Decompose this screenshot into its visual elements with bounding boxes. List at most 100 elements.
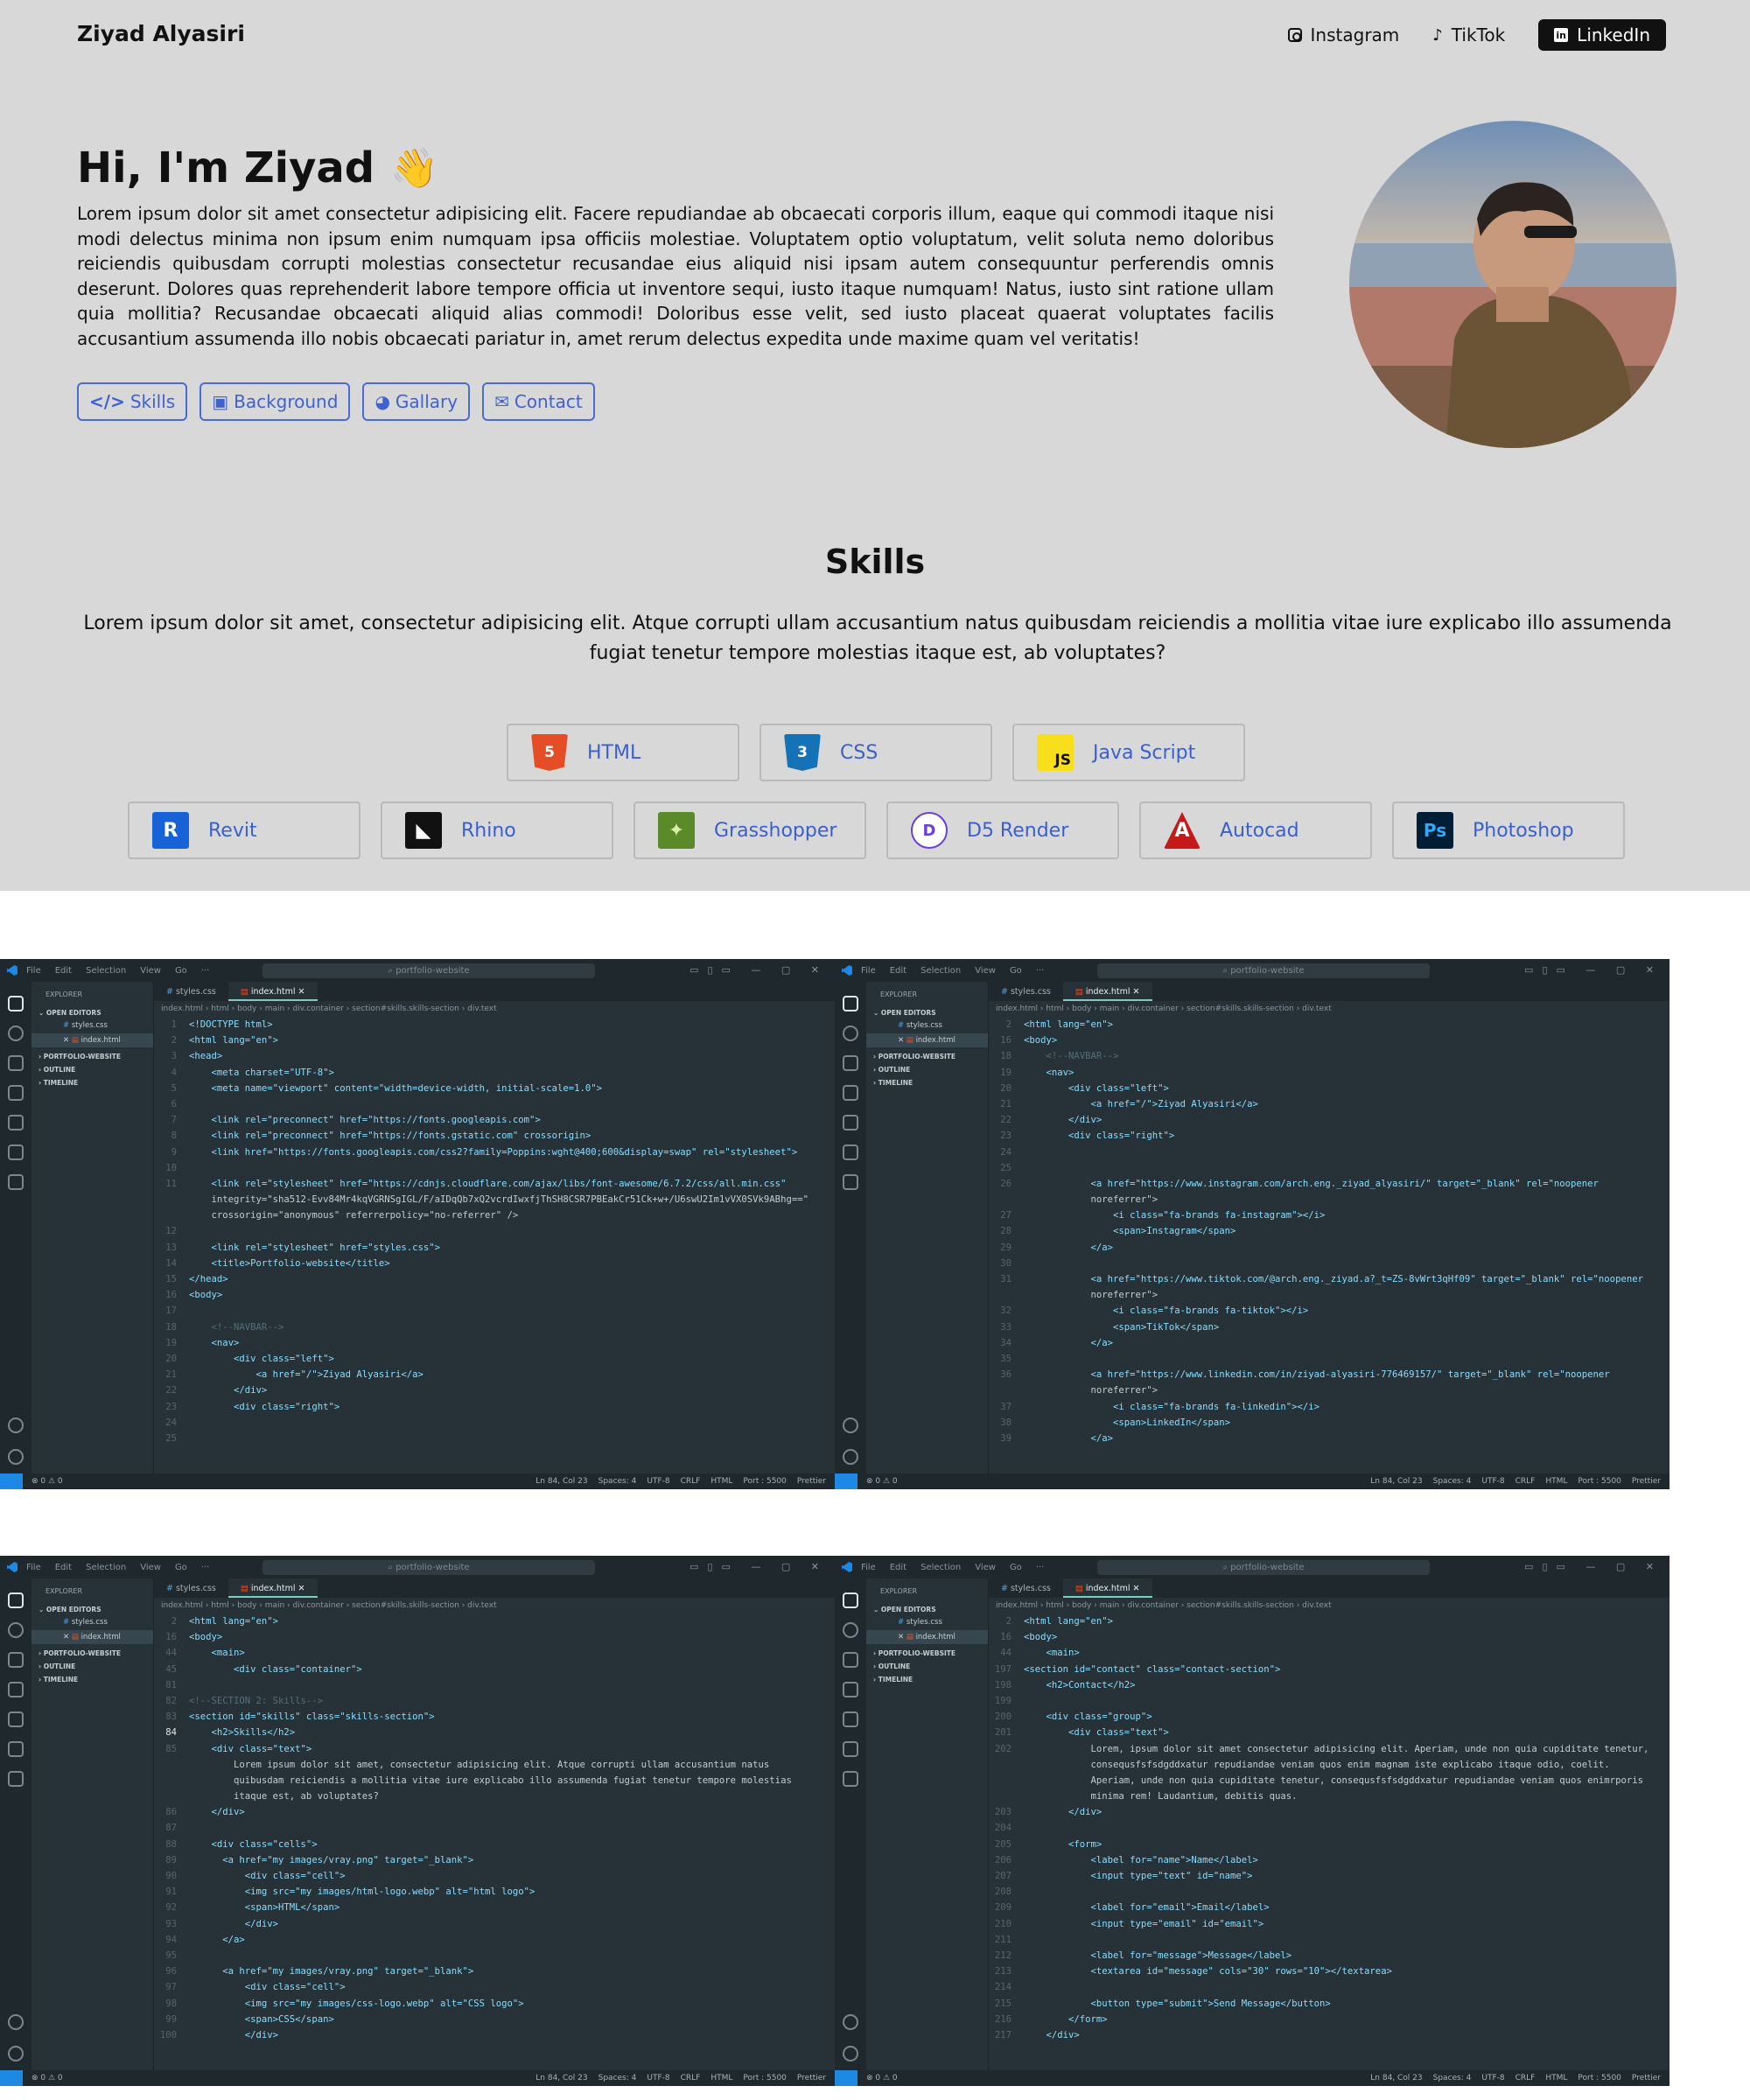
skill-card-grasshopper[interactable]: ✦ Grasshopper xyxy=(634,802,866,859)
code-line[interactable]: 86 </div> xyxy=(154,1804,835,1820)
open-editors-section[interactable]: ⌄ OPEN EDITORS xyxy=(32,1595,153,1614)
code-line[interactable]: 94 </a> xyxy=(154,1932,835,1948)
nav-link-tiktok[interactable]: ♪ TikTok xyxy=(1432,24,1505,46)
open-file-index-html[interactable]: ✕ ▤ index.html xyxy=(866,1033,988,1047)
explorer-icon[interactable] xyxy=(843,996,858,1012)
skill-card-autocad[interactable]: A Autocad xyxy=(1139,802,1372,859)
outline-section[interactable]: › OUTLINE xyxy=(32,1657,153,1670)
timeline-section[interactable]: › TIMELINE xyxy=(866,1074,988,1087)
code-line[interactable]: 29 </a> xyxy=(989,1240,1670,1256)
live-server-port[interactable]: Port : 5500 xyxy=(743,2074,787,2082)
menu-edit[interactable]: Edit xyxy=(890,1563,906,1572)
account-icon[interactable] xyxy=(8,1418,24,1433)
search-icon[interactable] xyxy=(8,1622,24,1638)
code-line[interactable]: 21 <a href="/">Ziyad Alyasiri</a> xyxy=(989,1096,1670,1112)
code-line[interactable]: 213 <textarea id="message" cols="30" row… xyxy=(989,1964,1670,1979)
code-line[interactable]: 83 <section id="skills" class="skills-sec… xyxy=(154,1709,835,1725)
docker-icon[interactable] xyxy=(8,1741,24,1757)
explorer-icon[interactable] xyxy=(843,1592,858,1608)
breadcrumb[interactable]: index.html › html › body › main › div.co… xyxy=(161,1598,835,1614)
code-line[interactable]: 209 <label for="email">Email</label> xyxy=(989,1900,1670,1915)
menu-file[interactable]: File xyxy=(861,966,876,976)
close-icon[interactable]: ✕ xyxy=(1130,1584,1140,1593)
code-line[interactable]: crossorigin="anonymous" referrerpolicy="… xyxy=(154,1208,835,1223)
open-file-index-html[interactable]: ✕ ▤ index.html xyxy=(32,1033,153,1047)
live-server-port[interactable]: Port : 5500 xyxy=(1578,1477,1621,1486)
box-icon[interactable] xyxy=(843,1174,858,1190)
background-button[interactable]: ▣ Background xyxy=(200,382,351,421)
menu-selection[interactable]: Selection xyxy=(86,966,126,976)
code-line[interactable]: 22 </div> xyxy=(989,1112,1670,1128)
project-section[interactable]: › PORTFOLIO-WEBSITE xyxy=(32,1644,153,1657)
code-line[interactable]: 98 <img src="my images/css-logo.webp" al… xyxy=(154,1996,835,2012)
code-line[interactable]: 37 <i class="fa-brands fa-linkedin"></i> xyxy=(989,1399,1670,1415)
indentation[interactable]: Spaces: 4 xyxy=(598,2074,637,2082)
outline-section[interactable]: › OUTLINE xyxy=(866,1657,988,1670)
code-line[interactable]: 12 xyxy=(154,1223,835,1239)
menu-file[interactable]: File xyxy=(26,966,41,976)
menu-view[interactable]: View xyxy=(140,1563,161,1572)
code-line[interactable]: noreferrer"> xyxy=(989,1382,1670,1398)
run-debug-icon[interactable] xyxy=(843,1085,858,1101)
formatter[interactable]: Prettier xyxy=(1632,1477,1661,1486)
nav-link-linkedin[interactable]: in LinkedIn xyxy=(1538,19,1666,51)
tab-index-html[interactable]: ▤ index.html ✕ xyxy=(1062,1578,1152,1598)
code-line[interactable]: 96 <a href="my images/vray.png" target="… xyxy=(154,1964,835,1979)
problems-count[interactable]: ⊗ 0 ⚠ 0 xyxy=(866,1477,898,1486)
code-line[interactable]: 199 xyxy=(989,1693,1670,1709)
explorer-icon[interactable] xyxy=(8,996,24,1012)
docker-icon[interactable] xyxy=(843,1144,858,1160)
tab-index-html[interactable]: ▤ index.html ✕ xyxy=(228,982,318,1001)
formatter[interactable]: Prettier xyxy=(797,2074,826,2082)
skill-card-photoshop[interactable]: Ps Photoshop xyxy=(1392,802,1625,859)
close-icon[interactable]: ✕ xyxy=(296,1584,305,1593)
code-line[interactable]: 11 <link rel="stylesheet" href="https://… xyxy=(154,1176,835,1192)
close-icon[interactable]: ✕ xyxy=(898,1036,906,1045)
code-line[interactable]: 30 xyxy=(989,1256,1670,1271)
code-editor[interactable]: 2 <html lang="en"> 16 <body> 18 <!--NAVBAR--… xyxy=(989,1017,1670,1474)
code-line[interactable]: 100 </div> xyxy=(154,2027,835,2043)
run-debug-icon[interactable] xyxy=(8,1682,24,1698)
breadcrumb[interactable]: index.html › html › body › main › div.co… xyxy=(996,1001,1670,1017)
code-line[interactable]: 24 xyxy=(154,1415,835,1431)
code-line[interactable]: 39 </a> xyxy=(989,1431,1670,1446)
code-line[interactable]: 99 <span>CSS</span> xyxy=(154,2012,835,2027)
code-line[interactable]: 35 xyxy=(989,1351,1670,1367)
open-file-index-html[interactable]: ✕ ▤ index.html xyxy=(32,1630,153,1644)
code-line[interactable]: 197 <section id="contact" class="contact-… xyxy=(989,1662,1670,1677)
menu-view[interactable]: View xyxy=(140,966,161,976)
tab-styles-css[interactable]: # styles.css xyxy=(989,982,1063,1001)
live-server-port[interactable]: Port : 5500 xyxy=(743,1477,787,1486)
remote-icon[interactable] xyxy=(835,1474,858,1489)
code-line[interactable]: 89 <a href="my images/vray.png" target="… xyxy=(154,1852,835,1868)
code-line[interactable]: 26 <a href="https://www.instagram.com/ar… xyxy=(989,1176,1670,1192)
code-line[interactable]: 90 <div class="cell"> xyxy=(154,1868,835,1884)
code-line[interactable]: 205 <form> xyxy=(989,1837,1670,1852)
code-line[interactable]: 45 <div class="container"> xyxy=(154,1662,835,1677)
open-editors-section[interactable]: ⌄ OPEN EDITORS xyxy=(32,998,153,1017)
code-line[interactable]: 24 xyxy=(989,1144,1670,1160)
code-line[interactable]: 82 <!--SECTION 2: Skills--> xyxy=(154,1693,835,1709)
skill-card-html[interactable]: 5 HTML xyxy=(507,724,739,781)
window-controls[interactable]: ▭▯▭ — ▢ ✕ xyxy=(1524,964,1662,976)
code-line[interactable]: 204 xyxy=(989,1820,1670,1836)
command-search-input[interactable]: ⌕ portfolio-website xyxy=(1097,963,1430,978)
outline-section[interactable]: › OUTLINE xyxy=(866,1060,988,1074)
language-mode[interactable]: HTML xyxy=(710,1477,732,1486)
code-line[interactable]: Lorem ipsum dolor sit amet, consectetur … xyxy=(154,1757,835,1773)
search-icon[interactable] xyxy=(843,1622,858,1638)
code-line[interactable]: 14 <title>Portfolio-website</title> xyxy=(154,1256,835,1271)
code-editor[interactable]: 2 <html lang="en"> 16 <body> 44 <main> 197 <se… xyxy=(989,1614,1670,2070)
menu-go[interactable]: Go xyxy=(1010,966,1022,976)
code-line[interactable]: 2 <html lang="en"> xyxy=(989,1614,1670,1629)
code-line[interactable]: consequsfsfsdgddxatur repudiandae veniam… xyxy=(989,1757,1670,1773)
settings-gear-icon[interactable] xyxy=(8,1449,24,1465)
open-file-styles-css[interactable]: # styles.css xyxy=(866,1017,988,1030)
code-line[interactable]: 97 <div class="cell"> xyxy=(154,1979,835,1995)
menu-edit[interactable]: Edit xyxy=(890,966,906,976)
encoding[interactable]: UTF-8 xyxy=(647,2074,669,2082)
command-search-input[interactable]: ⌕ portfolio-website xyxy=(1097,1560,1430,1575)
extensions-icon[interactable] xyxy=(8,1712,24,1727)
menu-selection[interactable]: Selection xyxy=(86,1563,126,1572)
skills-button[interactable]: </> Skills xyxy=(77,382,188,421)
